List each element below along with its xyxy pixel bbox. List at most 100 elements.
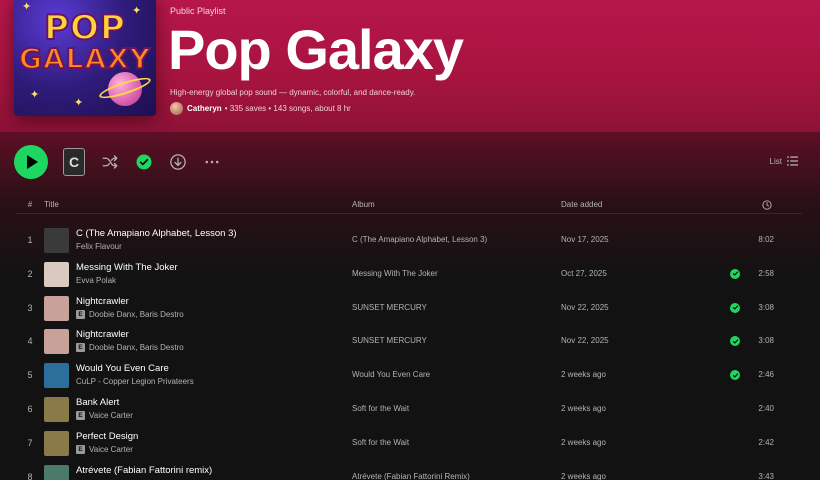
track-artwork bbox=[44, 295, 69, 321]
track-table: # Title Album Date added 1 C (The Amapian… bbox=[16, 196, 802, 480]
track-artist-line: Felix Flavour bbox=[76, 242, 122, 251]
track-artist-line: E Doobie Danx, Baris Destro bbox=[76, 309, 184, 319]
table-row[interactable]: 1 C (The Amapiano Alphabet, Lesson 3) Feli… bbox=[16, 224, 802, 258]
track-number: 4 bbox=[27, 336, 33, 347]
track-artist[interactable]: Doobie Danx, Baris Destro bbox=[89, 343, 184, 352]
table-row[interactable]: 7 Perfect Design E Vaice Carter Soft for the… bbox=[16, 427, 802, 461]
explicit-badge: E bbox=[76, 444, 85, 454]
track-number: 5 bbox=[27, 370, 33, 381]
play-icon bbox=[27, 155, 38, 169]
track-album[interactable]: Messing With The Joker bbox=[352, 269, 438, 278]
track-title[interactable]: Bank Alert bbox=[76, 397, 119, 408]
track-title[interactable]: Atrévete (Fabian Fattorini remix) bbox=[76, 465, 212, 476]
list-icon bbox=[787, 156, 798, 166]
action-bar: C List bbox=[0, 140, 820, 186]
table-row[interactable]: 2 Messing With The Joker Evva Polak Messing… bbox=[16, 258, 802, 292]
track-date-added: Nov 17, 2025 bbox=[561, 235, 609, 244]
more-horizontal-icon bbox=[205, 160, 219, 164]
explicit-badge: E bbox=[76, 410, 85, 420]
track-album[interactable]: Soft for the Wait bbox=[352, 438, 409, 447]
track-artwork bbox=[44, 261, 69, 287]
track-artwork bbox=[44, 464, 69, 480]
track-number: 2 bbox=[27, 268, 33, 279]
track-title[interactable]: Nightcrawler bbox=[76, 329, 129, 340]
track-artist[interactable]: Felix Flavour bbox=[76, 242, 122, 251]
download-button[interactable] bbox=[168, 152, 188, 172]
track-album[interactable]: Soft for the Wait bbox=[352, 404, 409, 413]
more-options-button[interactable] bbox=[202, 152, 222, 172]
column-header-date-added[interactable]: Date added bbox=[561, 200, 602, 209]
track-title[interactable]: Perfect Design bbox=[76, 431, 138, 442]
saved-to-library-button[interactable] bbox=[134, 152, 154, 172]
track-artwork bbox=[44, 363, 69, 389]
track-date-added: Oct 27, 2025 bbox=[561, 268, 607, 278]
saved-check-icon[interactable] bbox=[730, 268, 740, 279]
view-mode-toggle[interactable]: List bbox=[770, 156, 798, 166]
track-duration: 3:08 bbox=[758, 302, 774, 312]
track-number: 8 bbox=[27, 471, 33, 480]
star-icon: ✦ bbox=[74, 97, 84, 109]
owner-link[interactable]: Catheryn bbox=[187, 104, 222, 113]
shuffle-button[interactable] bbox=[100, 152, 120, 172]
track-artist[interactable]: Vaice Carter bbox=[89, 445, 133, 454]
cover-title-line-2: GALAXY bbox=[18, 41, 152, 76]
track-artist[interactable]: Vaice Carter bbox=[89, 411, 133, 420]
table-row[interactable]: 3 Nightcrawler E Doobie Danx, Baris Destro S… bbox=[16, 292, 802, 326]
play-button[interactable] bbox=[14, 145, 48, 179]
track-artwork bbox=[44, 329, 69, 355]
track-artist[interactable]: Doobie Danx, Baris Destro bbox=[89, 310, 184, 319]
track-title[interactable]: Would You Even Care bbox=[76, 363, 169, 374]
track-artist-line: E Vaice Carter bbox=[76, 410, 133, 420]
track-album[interactable]: SUNSET MERCURY bbox=[352, 336, 427, 345]
clock-icon bbox=[762, 200, 772, 210]
track-date-added: 2 weeks ago bbox=[561, 471, 606, 480]
track-album[interactable]: SUNSET MERCURY bbox=[352, 303, 427, 312]
playlist-cover-image[interactable]: ✦ ✦ ✦ ✦ POP GALAXY bbox=[14, 0, 156, 116]
track-date-added: Nov 22, 2025 bbox=[561, 302, 609, 312]
playlist-mini-cover[interactable]: C bbox=[63, 148, 85, 176]
track-list: 1 C (The Amapiano Alphabet, Lesson 3) Feli… bbox=[16, 224, 802, 480]
track-artist-line: CuLP - Copper Legion Privateers bbox=[76, 377, 194, 386]
track-artwork bbox=[44, 228, 69, 253]
playlist-description: High-energy global pop sound — dynamic, … bbox=[170, 88, 416, 97]
check-circle-icon bbox=[136, 154, 152, 170]
page-title[interactable]: Pop Galaxy bbox=[168, 18, 464, 82]
table-row[interactable]: 4 Nightcrawler E Doobie Danx, Baris Destro S… bbox=[16, 325, 802, 359]
track-date-added: 2 weeks ago bbox=[561, 370, 606, 380]
track-duration: 2:46 bbox=[758, 370, 774, 380]
saved-check-icon[interactable] bbox=[730, 336, 740, 347]
table-row[interactable]: 8 Atrévete (Fabian Fattorini remix) Atréve… bbox=[16, 461, 802, 480]
column-header-title[interactable]: Title bbox=[44, 200, 59, 209]
explicit-badge: E bbox=[76, 309, 85, 319]
track-artist-line: Evva Polak bbox=[76, 276, 116, 285]
table-row[interactable]: 6 Bank Alert E Vaice Carter Soft for the Wai… bbox=[16, 393, 802, 427]
track-duration: 3:43 bbox=[758, 471, 774, 480]
column-header-duration[interactable] bbox=[762, 200, 772, 212]
track-title[interactable]: C (The Amapiano Alphabet, Lesson 3) bbox=[76, 228, 237, 239]
playlist-type-label: Public Playlist bbox=[170, 6, 226, 16]
track-album[interactable]: C (The Amapiano Alphabet, Lesson 3) bbox=[352, 235, 487, 244]
explicit-badge: E bbox=[76, 343, 85, 353]
playlist-header: ✦ ✦ ✦ ✦ POP GALAXY Public Playlist Pop G… bbox=[0, 0, 820, 132]
column-header-album[interactable]: Album bbox=[352, 200, 375, 209]
saved-check-icon[interactable] bbox=[730, 370, 740, 381]
track-album[interactable]: Atrévete (Fabian Fattorini Remix) bbox=[352, 472, 470, 480]
track-artist[interactable]: CuLP - Copper Legion Privateers bbox=[76, 377, 194, 386]
track-duration: 2:42 bbox=[758, 437, 774, 447]
track-date-added: Nov 22, 2025 bbox=[561, 336, 609, 346]
track-number: 6 bbox=[27, 403, 33, 414]
saved-check-icon[interactable] bbox=[730, 302, 740, 313]
track-album[interactable]: Would You Even Care bbox=[352, 370, 430, 379]
table-row[interactable]: 5 Would You Even Care CuLP - Copper Legion… bbox=[16, 359, 802, 393]
track-number: 1 bbox=[27, 235, 33, 245]
avatar[interactable] bbox=[170, 101, 183, 115]
track-artist-line: E Vaice Carter bbox=[76, 444, 133, 454]
download-icon bbox=[170, 154, 186, 170]
track-title[interactable]: Messing With The Joker bbox=[76, 262, 178, 273]
track-artist[interactable]: Evva Polak bbox=[76, 276, 116, 285]
track-artwork bbox=[44, 396, 69, 422]
track-duration: 2:58 bbox=[758, 268, 774, 278]
track-duration: 2:40 bbox=[758, 403, 774, 413]
track-number: 7 bbox=[27, 437, 33, 448]
track-title[interactable]: Nightcrawler bbox=[76, 296, 129, 307]
